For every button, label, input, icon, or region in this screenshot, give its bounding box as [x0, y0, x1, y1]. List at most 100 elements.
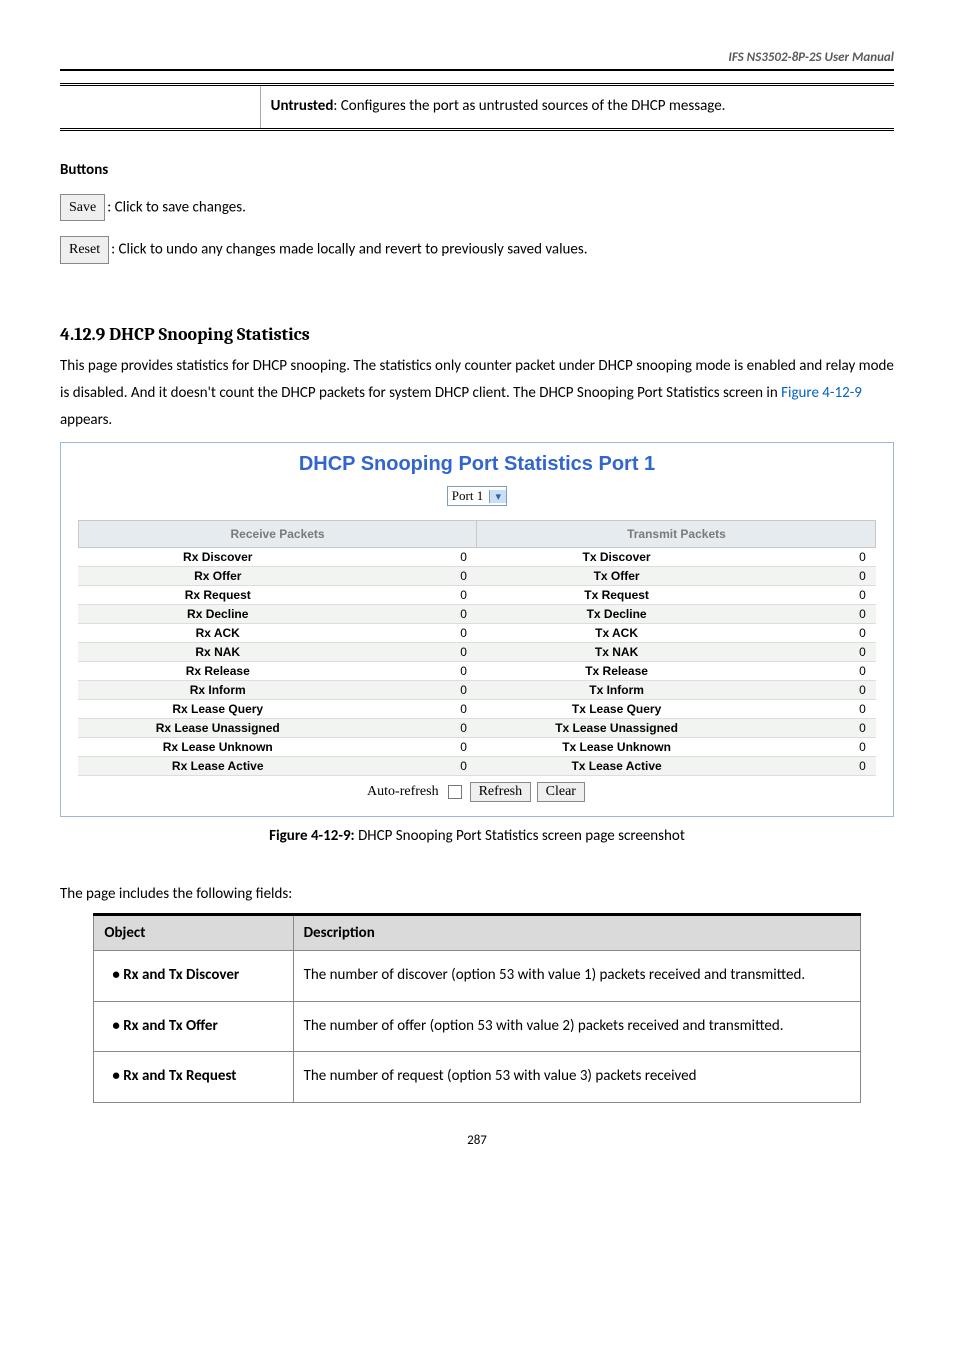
col-desc-header: Description — [293, 915, 860, 951]
table-row: Rx Request0Tx Request0 — [78, 586, 876, 605]
tx-value: 0 — [756, 586, 876, 605]
section-intro: This page provides statistics for DHCP s… — [60, 353, 894, 434]
description-cell: The number of discover (option 53 with v… — [293, 951, 860, 1002]
table-row: Rx Decline0Tx Decline0 — [78, 605, 876, 624]
table-row: Rx Discover0Tx Discover0 — [78, 548, 876, 567]
figure-caption-rest: DHCP Snooping Port Statistics screen pag… — [358, 827, 685, 845]
table-row: Rx ACK0Tx ACK0 — [78, 624, 876, 643]
clear-button[interactable]: Clear — [537, 782, 585, 802]
rx-label: Rx Lease Query — [78, 700, 357, 719]
auto-refresh-label: Auto-refresh — [367, 784, 439, 799]
refresh-button[interactable]: Refresh — [470, 782, 532, 802]
tx-value: 0 — [756, 548, 876, 567]
tx-value: 0 — [756, 662, 876, 681]
tx-label: Tx Request — [477, 586, 756, 605]
object-cell: Rx and Tx Request — [94, 1052, 293, 1103]
rx-label: Rx ACK — [78, 624, 357, 643]
tx-value: 0 — [756, 643, 876, 662]
table-row: Rx Inform0Tx Inform0 — [78, 681, 876, 700]
rx-value: 0 — [357, 605, 477, 624]
untrusted-mode-table: Untrusted: Configures the port as untrus… — [60, 83, 894, 131]
section-intro-b: appears. — [60, 411, 112, 429]
description-table: Object Description Rx and Tx DiscoverThe… — [93, 913, 860, 1103]
tx-value: 0 — [756, 738, 876, 757]
rx-value: 0 — [357, 624, 477, 643]
object-cell: Rx and Tx Discover — [94, 951, 293, 1002]
rx-label: Rx Inform — [78, 681, 357, 700]
fields-intro: The page includes the following fields: — [60, 885, 894, 903]
tx-value: 0 — [756, 719, 876, 738]
stats-table: Receive Packets Transmit Packets Rx Disc… — [78, 520, 877, 776]
tx-value: 0 — [756, 757, 876, 776]
port-select-value: Port 1 — [448, 487, 489, 505]
manual-title: IFS NS3502-8P-2S User Manual — [60, 50, 894, 71]
tx-label: Tx Offer — [477, 567, 756, 586]
chevron-down-icon: ▾ — [489, 490, 506, 503]
rx-label: Rx Decline — [78, 605, 357, 624]
rx-label: Rx Lease Unknown — [78, 738, 357, 757]
tx-value: 0 — [756, 605, 876, 624]
table-row: Rx Lease Active0Tx Lease Active0 — [78, 757, 876, 776]
tx-label: Tx NAK — [477, 643, 756, 662]
reset-button[interactable]: Reset — [60, 236, 109, 264]
tx-label: Tx Decline — [477, 605, 756, 624]
rx-value: 0 — [357, 681, 477, 700]
rx-label: Rx Request — [78, 586, 357, 605]
rx-value: 0 — [357, 719, 477, 738]
description-cell: The number of request (option 53 with va… — [293, 1052, 860, 1103]
description-cell: The number of offer (option 53 with valu… — [293, 1001, 860, 1052]
page-number: 287 — [60, 1133, 894, 1148]
rx-value: 0 — [357, 643, 477, 662]
tx-label: Tx Lease Unknown — [477, 738, 756, 757]
rx-label: Rx Release — [78, 662, 357, 681]
screenshot-panel: DHCP Snooping Port Statistics Port 1 Por… — [60, 442, 894, 817]
table-row: Rx and Tx DiscoverThe number of discover… — [94, 951, 860, 1002]
tx-label: Tx Lease Active — [477, 757, 756, 776]
rx-value: 0 — [357, 738, 477, 757]
section-heading: 4.12.9 DHCP Snooping Statistics — [60, 324, 894, 345]
table-row: Rx Lease Query0Tx Lease Query0 — [78, 700, 876, 719]
figure-link[interactable]: Figure 4-12-9 — [781, 384, 862, 402]
buttons-heading: Buttons — [60, 161, 894, 179]
save-button-text: : Click to save changes. — [107, 198, 246, 216]
rx-value: 0 — [357, 586, 477, 605]
tx-label: Tx Lease Unassigned — [477, 719, 756, 738]
col-object-header: Object — [94, 915, 293, 951]
tx-label: Tx Inform — [477, 681, 756, 700]
table-row: Rx and Tx OfferThe number of offer (opti… — [94, 1001, 860, 1052]
rx-label: Rx Offer — [78, 567, 357, 586]
rx-value: 0 — [357, 567, 477, 586]
table-row: Rx Offer0Tx Offer0 — [78, 567, 876, 586]
tx-label: Tx Release — [477, 662, 756, 681]
table-row: Rx NAK0Tx NAK0 — [78, 643, 876, 662]
auto-refresh-checkbox[interactable] — [448, 785, 462, 799]
figure-caption-bold: Figure 4-12-9: — [269, 827, 358, 845]
untrusted-label: Untrusted — [271, 97, 334, 115]
rx-value: 0 — [357, 700, 477, 719]
rx-label: Rx Discover — [78, 548, 357, 567]
save-button[interactable]: Save — [60, 194, 105, 222]
tx-value: 0 — [756, 681, 876, 700]
section-intro-a: This page provides statistics for DHCP s… — [60, 357, 894, 402]
rx-value: 0 — [357, 548, 477, 567]
rx-value: 0 — [357, 757, 477, 776]
rx-label: Rx Lease Unassigned — [78, 719, 357, 738]
col-tx-header: Transmit Packets — [477, 521, 876, 548]
tx-value: 0 — [756, 624, 876, 643]
rx-label: Rx Lease Active — [78, 757, 357, 776]
col-rx-header: Receive Packets — [78, 521, 477, 548]
rx-value: 0 — [357, 662, 477, 681]
table-row: Rx Lease Unknown0Tx Lease Unknown0 — [78, 738, 876, 757]
reset-button-text: : Click to undo any changes made locally… — [111, 241, 587, 259]
tx-value: 0 — [756, 700, 876, 719]
untrusted-text: : Configures the port as untrusted sourc… — [333, 97, 725, 115]
rx-label: Rx NAK — [78, 643, 357, 662]
figure-caption: Figure 4-12-9: DHCP Snooping Port Statis… — [60, 827, 894, 845]
tx-label: Tx Lease Query — [477, 700, 756, 719]
object-cell: Rx and Tx Offer — [94, 1001, 293, 1052]
screenshot-title: DHCP Snooping Port Statistics Port 1 — [61, 453, 893, 476]
port-select[interactable]: Port 1▾ — [447, 486, 507, 506]
table-row: Rx Lease Unassigned0Tx Lease Unassigned0 — [78, 719, 876, 738]
tx-label: Tx Discover — [477, 548, 756, 567]
table-row: Rx Release0Tx Release0 — [78, 662, 876, 681]
